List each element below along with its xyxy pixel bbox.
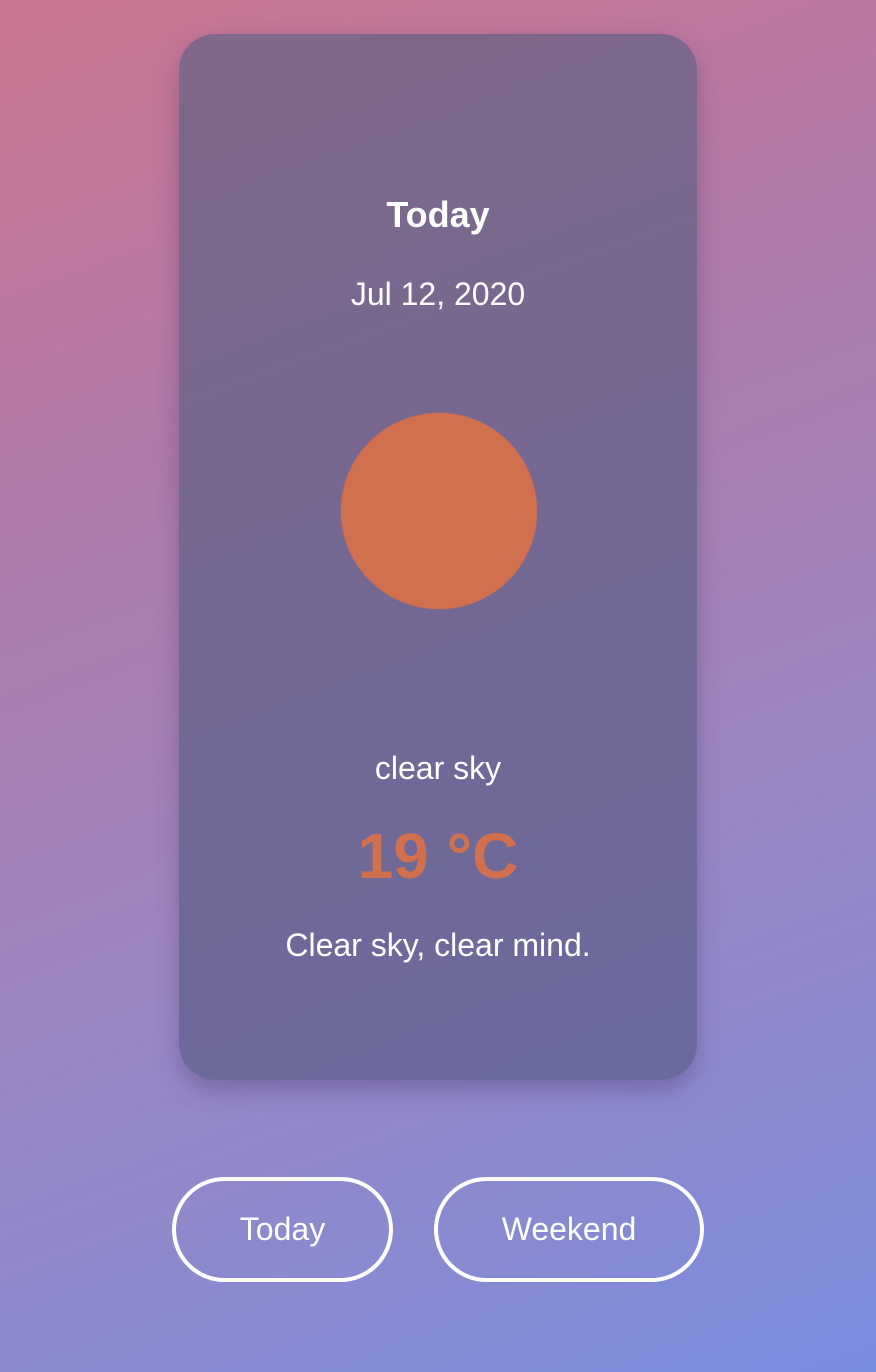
today-button[interactable]: Today: [172, 1177, 393, 1282]
temperature: 19 °C: [357, 820, 519, 892]
sun-icon: [341, 413, 537, 609]
card-title: Today: [386, 194, 490, 235]
weather-message: Clear sky, clear mind.: [285, 927, 591, 963]
card-date: Jul 12, 2020: [350, 276, 526, 312]
weather-condition: clear sky: [374, 750, 502, 786]
weekend-button[interactable]: Weekend: [434, 1177, 704, 1282]
weather-card: Today Jul 12, 2020 clear sky 19 °C Clear…: [179, 34, 697, 1080]
